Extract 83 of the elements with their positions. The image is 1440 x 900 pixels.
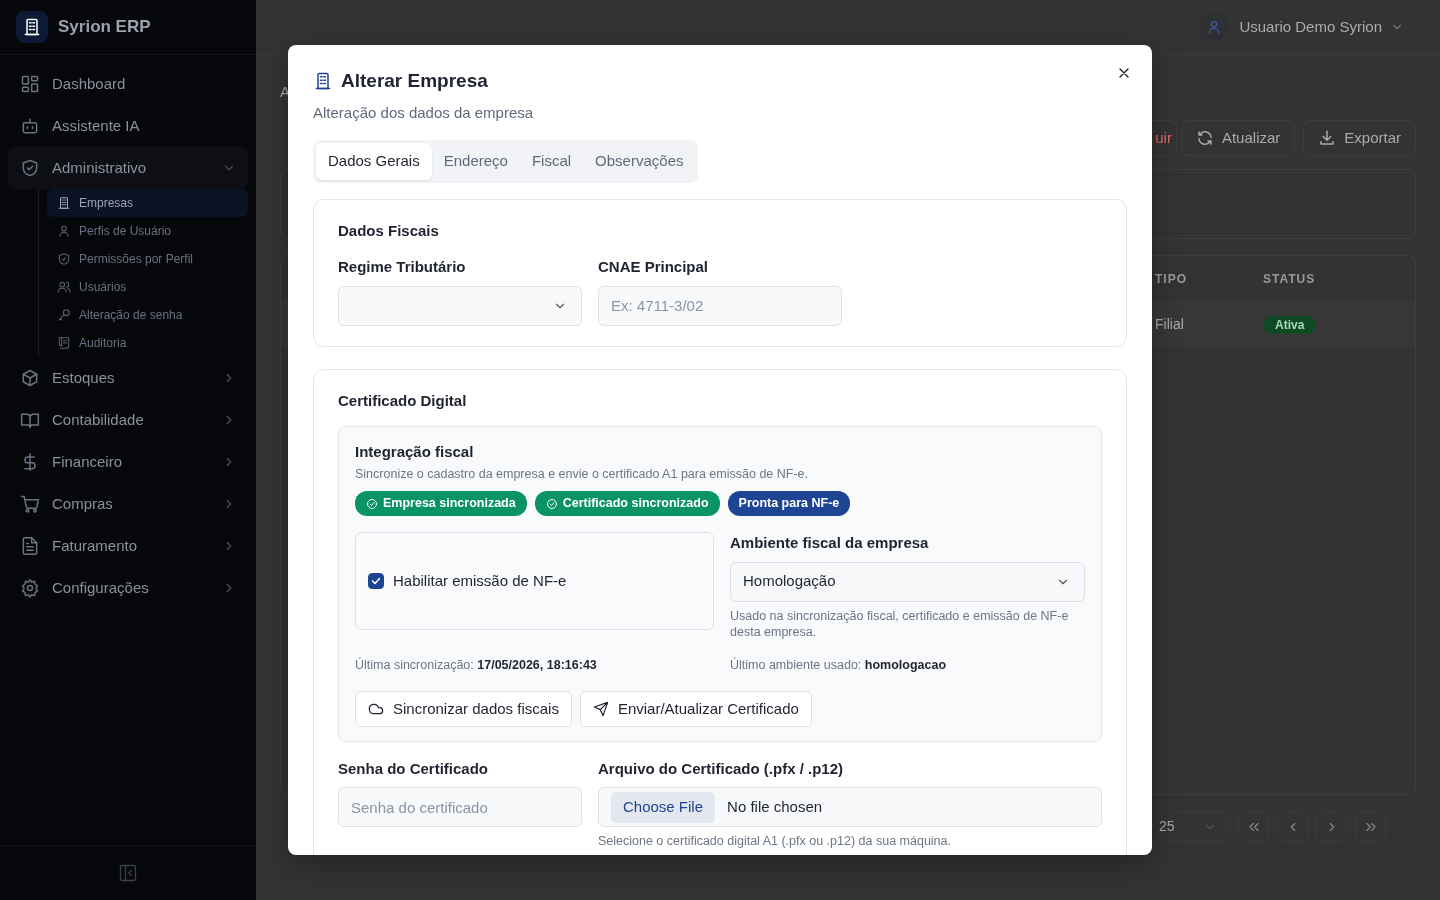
toolbar-button[interactable]: Exportar — [1303, 120, 1416, 156]
password-field[interactable]: Senha do certificado — [338, 787, 582, 828]
brand-name: Syrion ERP — [58, 16, 151, 39]
choose-file-button[interactable]: Choose File — [611, 791, 716, 823]
toolbar-button[interactable]: uir — [1153, 120, 1177, 156]
panel-title: Integração fiscal — [355, 442, 475, 462]
users-icon — [57, 280, 71, 294]
building-icon — [313, 71, 333, 92]
sidebar-item[interactable]: Dashboard — [8, 63, 248, 105]
sidebar-subitem[interactable]: Usuários — [47, 273, 248, 301]
box-icon — [20, 368, 40, 388]
toolbar-button[interactable]: Atualizar — [1180, 120, 1296, 156]
sync-info: Última sincronização: 17/05/2026, 18:16:43 — [355, 656, 598, 674]
status-badge: Pronta para NF-e — [727, 491, 851, 516]
sidebar-item[interactable]: Contabilidade — [8, 399, 248, 441]
document-icon — [20, 536, 40, 556]
input-field[interactable]: Ex: 4711-3/02 — [598, 285, 842, 326]
help-text: Selecione o certificado digital A1 (.pfx ou .p12) da sua máquina. — [598, 833, 952, 850]
building-icon — [57, 196, 71, 210]
sidebar-item[interactable]: Faturamento — [8, 525, 248, 567]
check-circle-icon — [545, 497, 558, 510]
grid-icon — [20, 74, 40, 94]
section-title: Certificado Digital — [338, 390, 468, 411]
panel-icon — [118, 863, 138, 883]
sidebar-item[interactable]: Configurações — [8, 567, 248, 609]
environment-info: Último ambiente usado: homologacao — [730, 656, 947, 674]
field-label: Regime Tributário — [338, 257, 467, 277]
tab[interactable]: Endereço — [431, 143, 520, 180]
tab[interactable]: Observações — [583, 143, 696, 180]
checkbox-label: Habilitar emissão de NF-e — [393, 570, 567, 591]
sidebar-subitem[interactable]: Auditoria — [47, 329, 248, 357]
sidebar-subitem[interactable]: Permissões por Perfil — [47, 245, 248, 273]
first-page-button[interactable] — [1238, 811, 1269, 842]
status-tag: Ativa — [1263, 315, 1317, 334]
sidebar-subitem[interactable]: Empresas — [47, 189, 248, 217]
sidebar-item[interactable]: Administrativo — [8, 147, 248, 189]
last-page-button[interactable] — [1355, 811, 1386, 842]
help-text: Usado na sincronização fiscal, certificado e emissão de NF-e desta empresa. — [730, 607, 1070, 640]
checkbox[interactable] — [368, 573, 384, 589]
modal-subtitle: Alteração dos dados da empresa — [313, 102, 535, 123]
column-header: TIPO — [1154, 270, 1188, 288]
column-header: STATUS — [1263, 270, 1317, 288]
action-button[interactable]: Sincronizar dados fiscais — [355, 690, 572, 727]
section-title: Dados Fiscais — [338, 220, 440, 241]
status-badge: Empresa sincronizada — [355, 491, 527, 516]
shield-icon — [57, 252, 71, 266]
file-input[interactable]: Choose File No file chosen — [598, 787, 1102, 828]
status-badge: Certificado sincronizado — [534, 491, 720, 516]
user-icon — [57, 224, 71, 238]
gear-icon — [20, 578, 40, 598]
check-icon — [370, 575, 382, 587]
download-icon — [1318, 129, 1337, 147]
user-menu[interactable]: Usuario Demo Syrion — [1239, 15, 1404, 39]
field-label: Arquivo do Certificado (.pfx / .p12) — [598, 758, 845, 779]
sidebar-item[interactable]: Financeiro — [8, 441, 248, 483]
select-field[interactable] — [338, 285, 582, 326]
refresh-icon — [1195, 129, 1214, 147]
field-label: CNAE Principal — [598, 257, 710, 277]
sidebar-item[interactable]: Estoques — [8, 357, 248, 399]
collapse-sidebar-button[interactable] — [118, 863, 138, 883]
cart-icon — [20, 494, 40, 514]
sidebar-item[interactable]: Compras — [8, 483, 248, 525]
building-icon — [22, 17, 42, 37]
field-label: Senha do Certificado — [338, 758, 490, 779]
sidebar-subitem[interactable]: Alteração de senha — [47, 301, 248, 329]
key-icon — [57, 308, 71, 322]
sidebar-subitem[interactable]: Perfis de Usuário — [47, 217, 248, 245]
check-circle-icon — [366, 497, 378, 510]
send-icon — [592, 700, 609, 717]
panel-description: Sincronize o cadastro da empresa e envie o certificado A1 para emissão de NF-e. — [355, 465, 809, 483]
select-field[interactable]: Homologação — [730, 561, 1085, 602]
modal-title: Alterar Empresa — [341, 69, 488, 93]
tab[interactable]: Dados Gerais — [316, 143, 432, 180]
tab[interactable]: Fiscal — [519, 143, 584, 180]
file-status: No file chosen — [727, 797, 823, 817]
shield-icon — [20, 158, 40, 178]
sidebar-item[interactable]: Assistente IA — [8, 105, 248, 147]
book-icon — [20, 410, 40, 430]
action-button[interactable]: Enviar/Atualizar Certificado — [579, 690, 812, 727]
robot-icon — [20, 116, 40, 136]
scroll-icon — [57, 336, 71, 350]
table-cell-text: Filial — [1154, 314, 1185, 334]
field-label: Ambiente fiscal da empresa — [730, 533, 930, 553]
